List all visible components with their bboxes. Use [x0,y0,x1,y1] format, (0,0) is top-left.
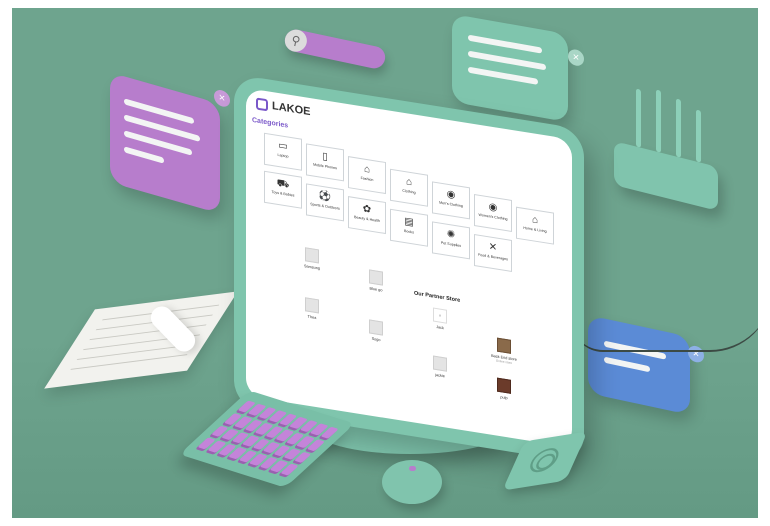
brand[interactable]: LAKOE [256,97,311,118]
router-antenna [656,89,661,153]
chat-bubble-purple: × [110,72,230,214]
bubble-line [124,146,164,164]
partner-store[interactable]: Blue go [358,268,394,295]
fingerprint-icon [525,446,563,475]
partner-store[interactable]: jackie [422,354,458,381]
brand-name: LAKOE [272,100,311,119]
partner-store[interactable]: Back End store Online store [486,336,522,367]
bubble-line [468,50,546,71]
router-antenna [696,109,701,163]
store-avatar [305,297,319,314]
partner-store[interactable]: Thea [294,296,330,323]
partner-store[interactable]: ◊ Jack [422,306,458,333]
router-antenna [676,98,681,158]
router [614,88,718,211]
brand-logo-icon [256,97,268,112]
keyboard-keys [197,400,339,476]
store-avatar [369,269,383,286]
category-tile-home-living[interactable]: ⌂ Home & Living [516,206,554,245]
category-tile-clothing[interactable]: ⌂ Clothing [390,168,428,207]
store-logo: ◊ [433,307,447,324]
search-icon: ⚲ [282,27,309,54]
notebook-line [70,354,188,370]
mouse-wheel [409,466,416,471]
category-tile-beauty-health[interactable]: ✿ Beauty & Health [348,196,386,235]
search-pill: ⚲ [282,27,388,71]
partner-store[interactable]: Sogo [358,318,394,345]
scene: × × × ⚲ LAKOE Categories ▭ Laptop ▯ Mobi… [12,8,758,518]
partner-store-title: Our Partner Store [414,290,461,304]
category-tile-toys-babies[interactable]: ⛟ Toys & Babies [264,170,302,209]
category-tile-sports-outdoors[interactable]: ⚽ Sports & Outdoors [306,183,344,222]
store-avatar [369,319,383,336]
partner-store[interactable]: pulp [486,376,522,403]
store-photo [497,377,511,394]
close-icon: × [214,88,230,109]
monitor-screen: LAKOE Categories ▭ Laptop ▯ Mobile Phone… [246,87,572,448]
category-tile-mobile-phones[interactable]: ▯ Mobile Phones [306,143,344,182]
category-tile-fashion[interactable]: ⌂ Fashion [348,156,386,195]
partner-store[interactable]: Samsung [294,246,330,273]
notebook [44,291,238,389]
store-avatar [305,247,319,264]
category-tile-womens-clothing[interactable]: ◉ Women's Clothing [474,194,512,233]
store-photo [497,337,511,354]
monitor-cable [572,290,758,352]
category-tile-books[interactable]: ▤ Books [390,208,428,247]
mouse [382,460,442,504]
category-tile-mens-clothing[interactable]: ◉ Men's Clothing [432,181,470,220]
bubble-line [604,356,650,373]
bubble-line [468,66,538,85]
router-antenna [636,88,641,148]
store-avatar [433,355,447,372]
category-tile-pet-supplies[interactable]: ✺ Pet Supplies [432,221,470,260]
category-tile-laptop[interactable]: ▭ Laptop [264,132,302,171]
category-tile-food-beverages[interactable]: ✕ Food & Beverages [474,234,512,273]
chat-bubble-mint: × [452,13,584,123]
categories-title: Categories [252,116,289,130]
close-icon: × [568,48,584,68]
bubble-line [468,34,542,54]
